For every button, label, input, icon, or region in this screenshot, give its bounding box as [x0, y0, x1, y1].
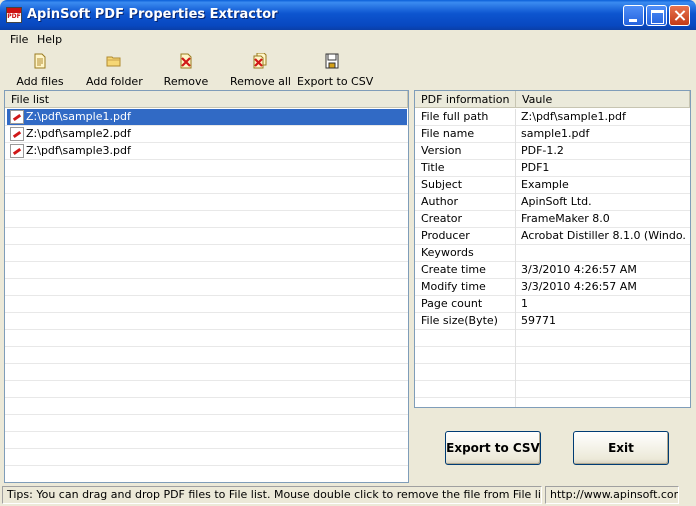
info-key: Page count: [421, 297, 483, 310]
folder-icon: [106, 56, 121, 67]
info-value: 59771: [521, 314, 556, 327]
info-value: PDF1: [521, 161, 550, 174]
remove-button[interactable]: Remove: [162, 53, 210, 88]
info-row[interactable]: Subject Example: [415, 177, 690, 194]
info-value: ApinSoft Ltd.: [521, 195, 592, 208]
minimize-button[interactable]: [623, 5, 644, 26]
remove-icon: [180, 53, 192, 69]
info-row[interactable]: Title PDF1: [415, 160, 690, 177]
info-row[interactable]: File size(Byte) 59771: [415, 313, 690, 330]
pdf-file-icon: [10, 144, 24, 158]
pdf-info-list[interactable]: File full path Z:\pdf\sample1.pdf File n…: [415, 109, 690, 407]
info-row[interactable]: Author ApinSoft Ltd.: [415, 194, 690, 211]
add-folder-label: Add folder: [86, 75, 143, 88]
info-key: Author: [421, 195, 459, 208]
info-key: Version: [421, 144, 462, 157]
info-value: Acrobat Distiller 8.1.0 (Windo...: [521, 229, 687, 242]
info-key: Modify time: [421, 280, 486, 293]
menu-bar: File Help: [0, 30, 696, 49]
maximize-button[interactable]: [646, 5, 667, 26]
info-key: Producer: [421, 229, 470, 242]
info-row[interactable]: File full path Z:\pdf\sample1.pdf: [415, 109, 690, 126]
info-row[interactable]: Producer Acrobat Distiller 8.1.0 (Windo.…: [415, 228, 690, 245]
window-title: ApinSoft PDF Properties Extractor: [27, 7, 278, 22]
file-list-item[interactable]: Z:\pdf\sample3.pdf: [7, 143, 407, 159]
remove-all-icon: [253, 53, 267, 69]
info-row[interactable]: Creator FrameMaker 8.0: [415, 211, 690, 228]
file-list-item[interactable]: Z:\pdf\sample1.pdf: [7, 109, 407, 125]
info-value: PDF-1.2: [521, 144, 564, 157]
info-value: FrameMaker 8.0: [521, 212, 610, 225]
info-value: 1: [521, 297, 528, 310]
save-icon: [325, 53, 339, 69]
info-key: Creator: [421, 212, 463, 225]
info-row[interactable]: Create time 3/3/2010 4:26:57 AM: [415, 262, 690, 279]
info-row[interactable]: File name sample1.pdf: [415, 126, 690, 143]
add-files-icon: [34, 53, 46, 69]
status-url[interactable]: http://www.apinsoft.com: [545, 486, 679, 504]
toolbar-export-csv-button[interactable]: Export to CSV: [297, 53, 374, 88]
pdf-file-icon: [10, 110, 24, 124]
status-bar: Tips: You can drag and drop PDF files to…: [0, 485, 696, 506]
pdf-info-panel[interactable]: PDF information Vaule File full path Z:\…: [414, 90, 691, 408]
add-folder-button[interactable]: Add folder: [86, 53, 143, 88]
pdf-app-icon: [6, 7, 22, 23]
pdf-info-column-header[interactable]: PDF information: [415, 91, 516, 108]
info-key: File full path: [421, 110, 489, 123]
file-list-header[interactable]: File list: [5, 91, 408, 108]
add-files-button[interactable]: Add files: [14, 53, 66, 88]
info-key: Keywords: [421, 246, 474, 259]
remove-label: Remove: [163, 75, 209, 88]
info-key: Title: [421, 161, 445, 174]
close-button[interactable]: [669, 5, 690, 26]
toolbar: Add files Add folder Remove Remove all E…: [0, 49, 696, 89]
file-path: Z:\pdf\sample2.pdf: [26, 127, 131, 140]
title-bar[interactable]: ApinSoft PDF Properties Extractor: [0, 0, 696, 30]
file-list-panel[interactable]: File list Z:\pdf\sample1.pdf Z:\pdf\samp…: [4, 90, 409, 483]
value-column-header[interactable]: Vaule: [516, 91, 690, 108]
info-row[interactable]: Version PDF-1.2: [415, 143, 690, 160]
info-value: sample1.pdf: [521, 127, 590, 140]
remove-all-label: Remove all: [230, 75, 291, 88]
export-csv-label: Export to CSV: [297, 75, 374, 88]
info-row[interactable]: Page count 1: [415, 296, 690, 313]
pdf-file-icon: [10, 127, 24, 141]
exit-button[interactable]: Exit: [573, 431, 669, 465]
export-csv-button[interactable]: Export to CSV: [445, 431, 541, 465]
info-row[interactable]: Modify time 3/3/2010 4:26:57 AM: [415, 279, 690, 296]
status-tips: Tips: You can drag and drop PDF files to…: [2, 486, 542, 504]
info-value: 3/3/2010 4:26:57 AM: [521, 263, 637, 276]
file-path: Z:\pdf\sample3.pdf: [26, 144, 131, 157]
file-list[interactable]: Z:\pdf\sample1.pdf Z:\pdf\sample2.pdf Z:…: [5, 109, 408, 482]
menu-help[interactable]: Help: [37, 33, 62, 46]
info-key: Create time: [421, 263, 486, 276]
info-row[interactable]: Keywords: [415, 245, 690, 262]
remove-all-button[interactable]: Remove all: [230, 53, 291, 88]
info-key: Subject: [421, 178, 463, 191]
info-key: File size(Byte): [421, 314, 498, 327]
info-value: Example: [521, 178, 569, 191]
info-value: Z:\pdf\sample1.pdf: [521, 110, 626, 123]
menu-file[interactable]: File: [10, 33, 28, 46]
file-path: Z:\pdf\sample1.pdf: [26, 110, 131, 123]
info-key: File name: [421, 127, 475, 140]
file-list-item[interactable]: Z:\pdf\sample2.pdf: [7, 126, 407, 142]
add-files-label: Add files: [16, 75, 64, 88]
info-value: 3/3/2010 4:26:57 AM: [521, 280, 637, 293]
